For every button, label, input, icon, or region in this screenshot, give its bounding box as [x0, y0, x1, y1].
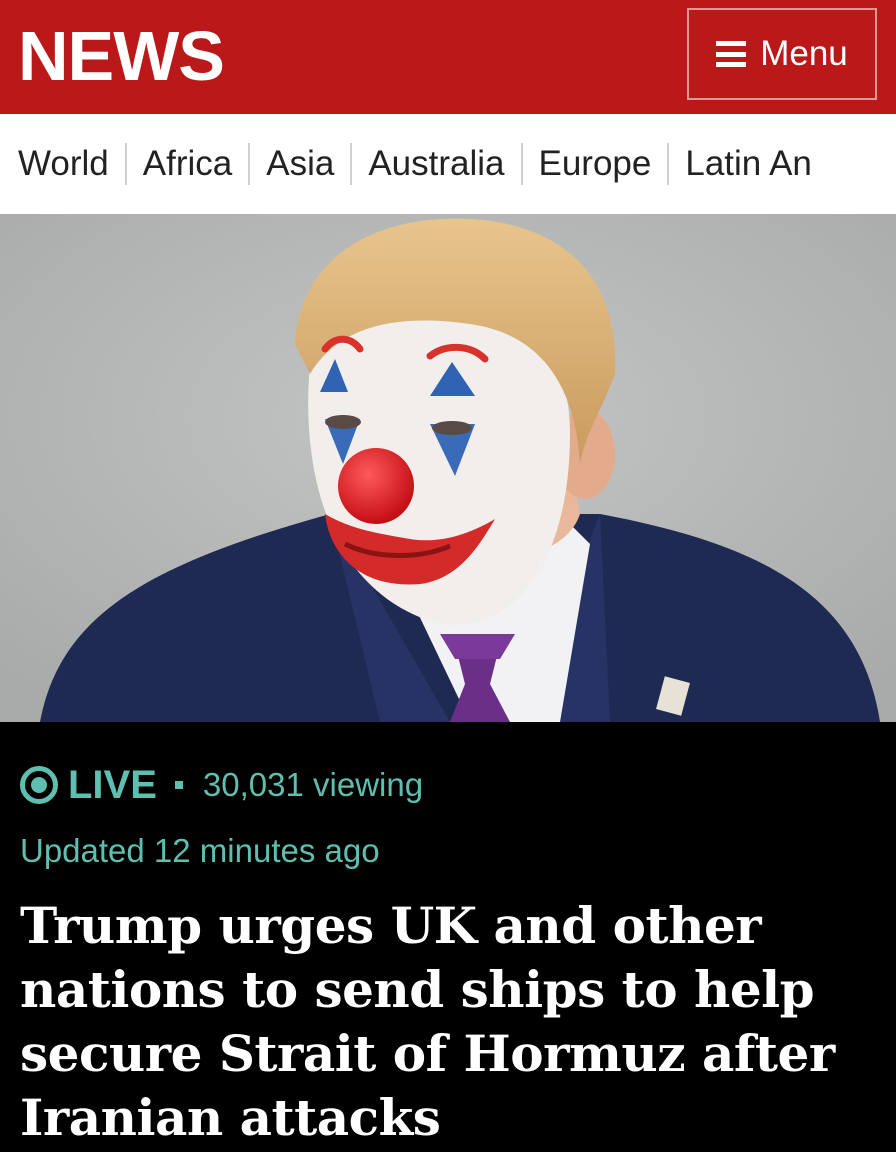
news-logo[interactable]: NEWS [18, 16, 225, 96]
clown-portrait-illustration [0, 214, 896, 722]
nav-item-europe[interactable]: Europe [523, 143, 670, 185]
hamburger-icon [716, 41, 747, 67]
site-header: NEWS Menu [0, 0, 896, 114]
live-indicator-icon [20, 766, 58, 804]
nav-item-latin-america[interactable]: Latin An [669, 143, 828, 185]
nav-item-australia[interactable]: Australia [352, 143, 523, 185]
separator-dot [174, 781, 183, 789]
nav-item-world[interactable]: World [0, 143, 127, 185]
live-status-row: LIVE 30,031 viewing [20, 762, 423, 808]
article-headline[interactable]: Trump urges UK and other nations to send… [20, 894, 880, 1150]
menu-button[interactable]: Menu [687, 8, 877, 100]
live-label: LIVE [68, 762, 157, 807]
hero-image[interactable] [0, 214, 896, 722]
section-nav: World Africa Asia Australia Europe Latin… [0, 114, 896, 214]
nav-item-asia[interactable]: Asia [250, 143, 353, 185]
nav-item-africa[interactable]: Africa [127, 143, 251, 185]
updated-timestamp: Updated 12 minutes ago [20, 832, 380, 869]
menu-label: Menu [760, 34, 848, 73]
viewer-count: 30,031 viewing [202, 766, 424, 803]
